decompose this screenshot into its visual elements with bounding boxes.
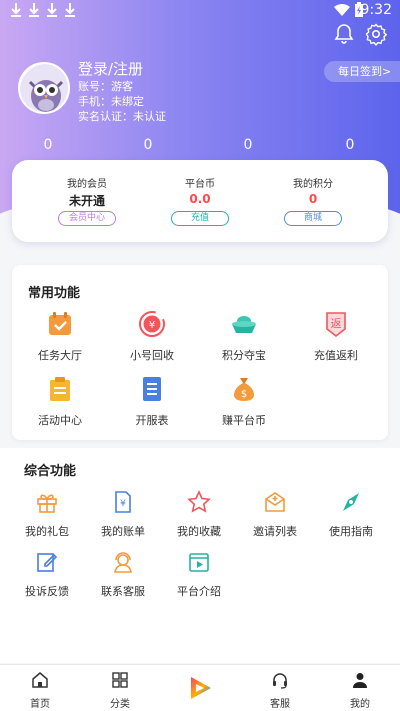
wifi-icon	[334, 3, 350, 16]
mall-button[interactable]: 商城	[284, 211, 342, 226]
tab-service[interactable]: 客服	[240, 665, 320, 711]
recharge-button[interactable]: 充值	[171, 211, 229, 226]
user-guide-label: 使用指南	[329, 525, 373, 538]
tab-category[interactable]: 分类	[80, 665, 160, 711]
complaint-feedback-label: 投诉反馈	[25, 585, 69, 598]
video-icon	[189, 553, 209, 572]
yuan-recycle-icon: ¥	[139, 311, 165, 337]
avatar[interactable]	[18, 62, 70, 114]
platform-intro-label: 平台介绍	[177, 585, 221, 598]
activity-center-label: 活动中心	[38, 414, 82, 427]
svg-text:返: 返	[331, 317, 342, 330]
invite-mail-icon	[265, 492, 285, 512]
settings-gear-icon[interactable]	[364, 22, 388, 46]
top-actions	[330, 22, 390, 48]
tab-home-label: 首页	[30, 699, 50, 710]
tab-center-logo[interactable]	[160, 665, 240, 711]
membership-value: 未开通	[68, 194, 105, 208]
phone-text: 手机：未绑定	[78, 95, 144, 108]
star-icon	[187, 490, 211, 513]
bill-icon: ¥	[115, 491, 131, 513]
download-icon	[29, 3, 39, 17]
edit-icon	[37, 553, 58, 572]
category-icon	[112, 672, 128, 688]
stat-value[interactable]: 0	[238, 137, 258, 153]
general-functions-title: 综合功能	[24, 464, 77, 479]
platform-coin-value: 0.0	[189, 192, 211, 206]
tab-me[interactable]: 我的	[320, 665, 400, 711]
contact-support-label: 联系客服	[101, 585, 145, 598]
login-register-link[interactable]: 登录/注册	[78, 58, 143, 79]
home-icon	[32, 672, 48, 688]
earn-coins-label: 赚平台币	[222, 414, 266, 427]
download-icon	[11, 3, 21, 17]
activity-board-icon	[50, 377, 70, 401]
compass-icon	[343, 493, 359, 511]
money-bag-icon: $	[234, 378, 254, 401]
clock: 9:32	[360, 2, 392, 18]
membership-label: 我的会员	[67, 179, 107, 190]
play-logo-icon	[191, 677, 211, 699]
bottom-tab-bar: 首页 分类 客服 我的	[0, 664, 400, 711]
rebate-icon: 返	[326, 312, 346, 338]
points-treasure-label: 积分夺宝	[222, 349, 266, 362]
general-functions-section: 综合功能 我的礼包 ¥ 我的账单 我的收藏 邀请列表 使用指南 投诉反馈 联系客…	[0, 448, 400, 663]
gold-ingot-icon	[232, 316, 256, 333]
recharge-rebate-label: 充值返利	[314, 349, 358, 362]
tab-category-label: 分类	[110, 699, 130, 710]
server-list-icon	[143, 377, 161, 401]
customer-service-icon	[114, 552, 132, 573]
invite-list-label: 邀请列表	[253, 525, 297, 538]
member-center-button[interactable]: 会员中心	[58, 211, 116, 226]
tab-me-label: 我的	[350, 699, 370, 710]
server-list-label: 开服表	[135, 414, 169, 427]
svg-text:¥: ¥	[149, 320, 155, 331]
my-bills-label: 我的账单	[101, 525, 145, 538]
task-hall-label: 任务大厅	[38, 349, 82, 362]
headset-icon	[273, 673, 287, 689]
status-bar: 9:32	[0, 0, 400, 22]
svg-text:$: $	[241, 389, 247, 400]
platform-coin-label: 平台币	[185, 179, 215, 190]
points-value: 0	[308, 192, 318, 206]
calendar-check-icon	[49, 312, 71, 335]
stat-value[interactable]: 0	[38, 137, 58, 153]
notification-bell-icon[interactable]	[332, 22, 356, 46]
wallet-card: 我的会员 未开通 会员中心 平台币 0.0 充值 我的积分 0 商城	[12, 160, 388, 242]
tab-home[interactable]: 首页	[0, 665, 80, 711]
stat-value[interactable]: 0	[138, 137, 158, 153]
stat-value[interactable]: 0	[340, 137, 360, 153]
tab-service-label: 客服	[270, 699, 290, 710]
common-functions-card: 常用功能 任务大厅 ¥ 小号回收 积分夺宝 返 充值返利 活动中心 开服表 $ …	[12, 265, 388, 440]
account-text: 账号：游客	[78, 80, 133, 93]
svg-text:¥: ¥	[120, 499, 126, 509]
common-functions-title: 常用功能	[28, 286, 81, 301]
person-icon	[353, 673, 367, 688]
download-icon	[65, 3, 75, 17]
realname-text: 实名认证：未认证	[78, 110, 166, 123]
my-favorites-label: 我的收藏	[177, 525, 221, 538]
account-recycle-label: 小号回收	[130, 349, 174, 362]
gift-icon	[37, 494, 57, 513]
download-icon	[47, 3, 57, 17]
my-gifts-label: 我的礼包	[25, 525, 69, 538]
daily-signin-button[interactable]: 每日签到>	[324, 61, 400, 82]
points-label: 我的积分	[293, 179, 333, 190]
